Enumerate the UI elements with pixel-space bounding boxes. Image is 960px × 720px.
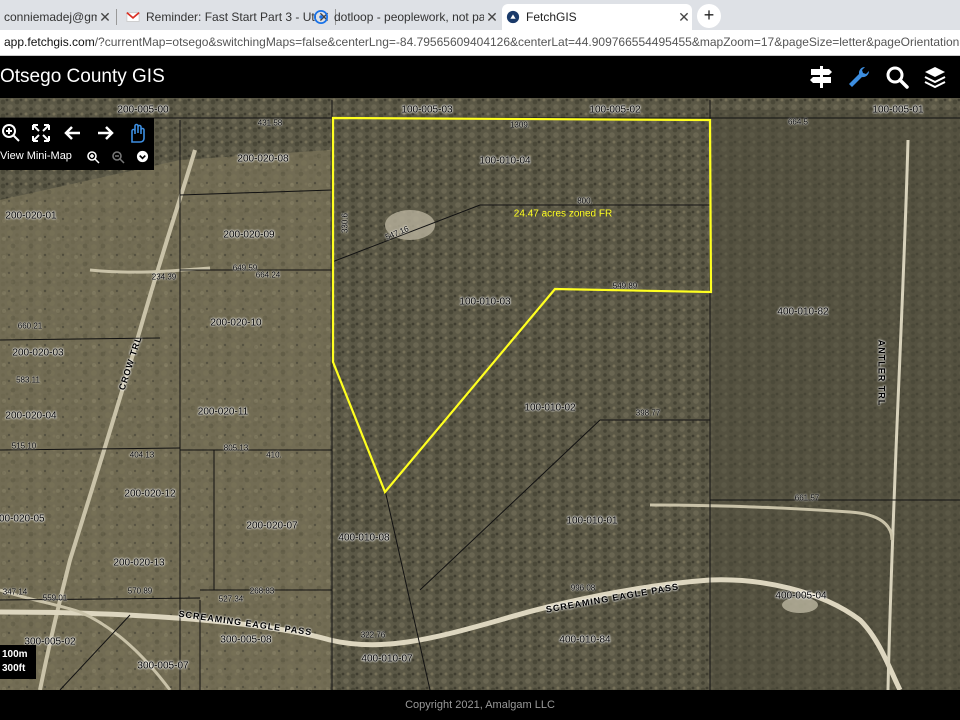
dimension-label: 559.01: [42, 593, 68, 603]
layers-icon[interactable]: [922, 64, 948, 90]
dimension-label: 234.39: [151, 272, 177, 282]
tab-reminder-email[interactable]: Reminder: Fast Start Part 3 - Utili ✕: [122, 4, 332, 30]
close-tab-icon[interactable]: ✕: [97, 9, 113, 26]
view-minimap-toggle[interactable]: View Mini-Map: [0, 150, 72, 162]
dimension-label: 515.10: [11, 441, 37, 451]
tab-divider: [116, 9, 117, 25]
parcel-label[interactable]: 100-005-02: [589, 105, 640, 116]
parcel-label[interactable]: 200-020-03: [12, 348, 63, 359]
map-view[interactable]: 200-005-00 100-005-03 100-005-02 100-005…: [0, 98, 960, 690]
parcel-label[interactable]: 200-020-04: [5, 411, 56, 422]
wrench-icon[interactable]: [846, 64, 872, 90]
parcel-label[interactable]: 200-005-00: [117, 105, 168, 116]
dimension-label: 268.83: [249, 586, 275, 596]
dimension-label: 661.57: [794, 493, 820, 503]
app-header: Otsego County GIS: [0, 56, 960, 98]
tab-dotloop[interactable]: dotloop - peoplework, not paper ✕: [310, 4, 500, 30]
close-tab-icon[interactable]: ✕: [676, 9, 692, 26]
parcel-label[interactable]: 200-020-10: [210, 318, 261, 329]
parcel-label[interactable]: 200-020-12: [124, 489, 175, 500]
dimension-label: 549.89: [612, 281, 638, 291]
search-icon[interactable]: [884, 64, 910, 90]
dimension-label: 570.89: [127, 586, 153, 596]
parcel-label[interactable]: 100-005-03: [401, 105, 452, 116]
parcel-label[interactable]: 100-010-01: [566, 516, 617, 527]
map-toolbar: View Mini-Map: [0, 118, 154, 170]
dimension-label: 330.6: [340, 212, 350, 234]
parcel-label[interactable]: 200-020-09: [223, 230, 274, 241]
scale-imperial: 300ft: [2, 663, 26, 674]
dimension-label: 664.24: [255, 270, 281, 280]
dimension-label: 664.5: [787, 117, 809, 127]
dimension-label: 404.13: [129, 450, 155, 460]
dimension-label: 410.: [266, 450, 282, 460]
parcel-label[interactable]: 200-020-07: [246, 521, 297, 532]
dimension-label: 322.76: [360, 630, 386, 640]
dimension-label: 660.21: [17, 321, 43, 331]
dimension-label: 800.: [577, 196, 593, 206]
tab-gmail-inbox[interactable]: conniemadej@gmail.c ✕: [0, 4, 113, 30]
parcel-label[interactable]: 400-010-07: [361, 654, 412, 665]
pan-hand-icon[interactable]: [126, 122, 148, 144]
parcel-label[interactable]: 200-020-13: [113, 558, 164, 569]
minimap-expand-icon[interactable]: [136, 150, 149, 163]
parcel-label[interactable]: 100-010-02: [524, 403, 575, 414]
fetchgis-icon: [506, 10, 520, 24]
dimension-label: 347.14: [2, 587, 28, 597]
parcel-label[interactable]: 100-010-04: [479, 156, 530, 167]
parcel-label[interactable]: 200-020-11: [198, 407, 248, 418]
sign-post-icon[interactable]: [808, 64, 834, 90]
parcel-label[interactable]: 200-020-01: [5, 211, 56, 222]
parcel-label[interactable]: 200-020-08: [237, 154, 288, 165]
dimension-label: 398.77: [635, 408, 661, 418]
dimension-label: 527.34: [218, 594, 244, 604]
road-label: ANTLER TRL: [876, 339, 887, 407]
gmail-icon: [126, 11, 140, 22]
scale-metric: 100m: [2, 649, 28, 660]
url-host: app.fetchgis.com: [4, 35, 95, 49]
footer-copyright: Copyright 2021, Amalgam LLC: [0, 690, 960, 720]
forward-arrow-icon[interactable]: [94, 122, 116, 144]
parcel-label[interactable]: 100-005-01: [872, 105, 923, 116]
new-tab-button[interactable]: +: [697, 4, 721, 28]
parcel-label[interactable]: 100-010-03: [459, 297, 510, 308]
back-arrow-icon[interactable]: [62, 122, 84, 144]
dimension-label: 805.13: [223, 443, 249, 453]
parcel-label[interactable]: 400-010-08: [338, 533, 389, 544]
parcel-label[interactable]: 300-005-07: [137, 661, 188, 672]
dimension-label: 649.59: [232, 263, 258, 273]
zoning-label: 24.47 acres zoned FR: [513, 208, 613, 220]
dimension-label: 1309.: [509, 120, 531, 130]
address-bar[interactable]: app.fetchgis.com/?currentMap=otsego&swit…: [0, 30, 960, 56]
dimension-label: 583.11: [16, 375, 40, 385]
browser-tab-bar: conniemadej@gmail.c ✕ Reminder: Fast Sta…: [0, 0, 960, 30]
parcel-label[interactable]: 400-010-82: [777, 307, 828, 318]
tab-fetchgis[interactable]: FetchGIS ✕: [502, 4, 692, 30]
parcel-label[interactable]: 400-010-84: [559, 635, 610, 646]
dimension-label: 431.58: [257, 118, 283, 128]
url-path: /?currentMap=otsego&switchingMaps=false&…: [94, 35, 960, 49]
app-title: Otsego County GIS: [0, 66, 165, 87]
dimension-label: 996.08: [570, 583, 596, 593]
full-extent-icon[interactable]: [30, 122, 52, 144]
dotloop-icon: [314, 10, 328, 24]
parcel-label[interactable]: 200-020-05: [0, 514, 45, 525]
minimap-zoom-out-icon[interactable]: [111, 150, 125, 164]
minimap-zoom-in-icon[interactable]: [86, 150, 100, 164]
parcel-label[interactable]: 400-005-04: [775, 591, 826, 602]
scale-bar: 100m 300ft: [0, 645, 36, 679]
parcel-label[interactable]: 300-005-08: [220, 635, 271, 646]
zoom-in-icon[interactable]: [0, 122, 22, 144]
close-tab-icon[interactable]: ✕: [484, 9, 500, 26]
